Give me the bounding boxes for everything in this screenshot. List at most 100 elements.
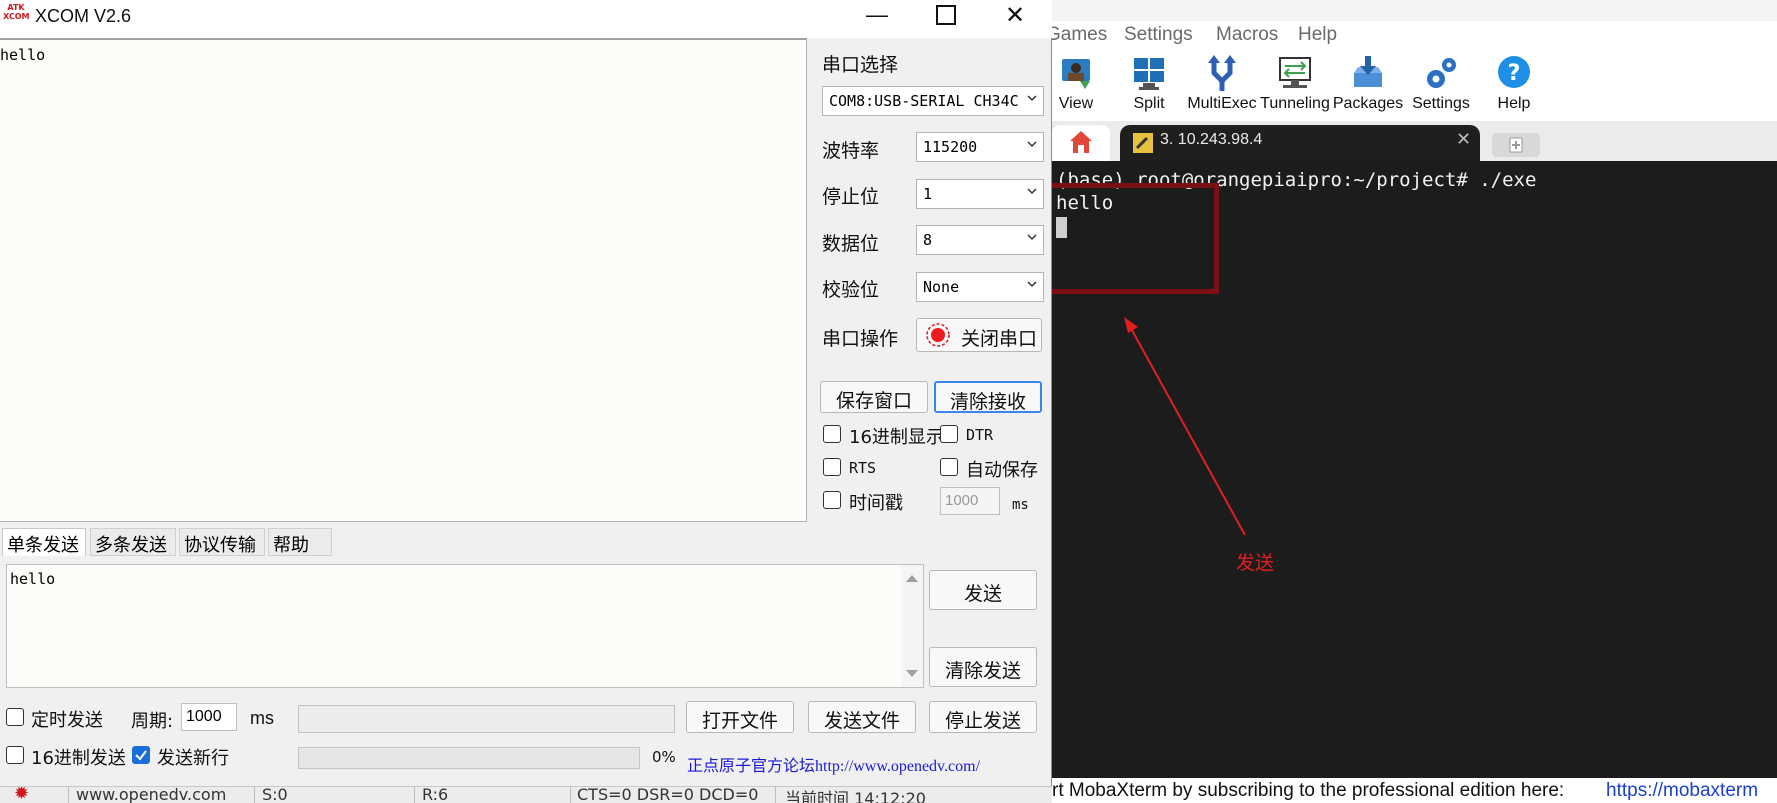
- timestamp-checkbox[interactable]: [823, 491, 841, 509]
- scroll-arrows-icon: [906, 575, 918, 677]
- tab-multi-send[interactable]: 多条发送: [90, 528, 176, 556]
- clear-receive-button[interactable]: 清除接收: [934, 381, 1042, 413]
- session-tab[interactable]: 3. 10.243.98.4 ✕: [1120, 125, 1480, 161]
- open-file-button[interactable]: 打开文件: [686, 701, 794, 733]
- send-text: hello: [10, 570, 56, 588]
- mobaxterm-status-bar: rt MobaXterm by subscribing to the profe…: [1046, 778, 1777, 803]
- annotation-label: 发送: [1236, 552, 1275, 574]
- send-newline-label: 发送新行: [157, 748, 229, 769]
- toolbar-help-button[interactable]: ? Help: [1476, 55, 1552, 113]
- tab-help[interactable]: 帮助: [268, 528, 332, 556]
- timestamp-interval-field[interactable]: 1000: [940, 487, 1000, 515]
- toolbar-packages-button[interactable]: Packages: [1330, 55, 1406, 113]
- dtr-checkbox[interactable]: [940, 425, 958, 443]
- send-file-button[interactable]: 发送文件: [808, 701, 916, 733]
- send-scrollbar[interactable]: [901, 565, 923, 687]
- xcom-title: XCOM V2.6: [35, 6, 132, 26]
- receive-area[interactable]: hello: [0, 38, 807, 522]
- status-promo-text: rt MobaXterm by subscribing to the profe…: [1052, 780, 1565, 801]
- baud-select-value: 115200: [923, 138, 978, 156]
- stop-send-button[interactable]: 停止发送: [929, 701, 1037, 733]
- status-promo-link[interactable]: https://mobaxterm: [1606, 780, 1758, 802]
- data-bits-value: 8: [923, 231, 933, 249]
- data-bits-label: 数据位: [822, 233, 880, 255]
- hex-send-checkbox[interactable]: [6, 746, 24, 764]
- data-bits-select[interactable]: 8: [916, 225, 1044, 255]
- toolbar-multiexec-label: MultiExec: [1187, 95, 1257, 112]
- send-newline-checkbox[interactable]: [132, 746, 150, 764]
- home-tab[interactable]: [1052, 125, 1110, 161]
- stop-bits-value: 1: [923, 185, 933, 203]
- tab-single-send[interactable]: 单条发送: [2, 528, 86, 556]
- parity-label: 校验位: [822, 279, 880, 301]
- port-select[interactable]: COM8:USB-SERIAL CH34C: [822, 86, 1044, 116]
- mobaxterm-menubar: Games Settings Macros Help: [1046, 21, 1777, 51]
- parity-select[interactable]: None: [916, 272, 1044, 302]
- annotation-arrow: [1124, 317, 1246, 536]
- new-tab-button[interactable]: [1492, 133, 1540, 157]
- status-current-time: 当前时间 14:12:20: [785, 789, 926, 803]
- send-progress-value: 0%: [652, 748, 676, 766]
- xcom-logo: ATK XCOM: [3, 3, 30, 29]
- close-port-label: 关闭串口: [961, 328, 1038, 350]
- menu-settings[interactable]: Settings: [1124, 24, 1193, 46]
- stop-bits-select[interactable]: 1: [916, 179, 1044, 209]
- menu-macros[interactable]: Macros: [1216, 24, 1278, 46]
- maximize-button[interactable]: [936, 5, 956, 25]
- toolbar-tunneling-label: Tunneling: [1260, 95, 1330, 112]
- close-button[interactable]: ✕: [1005, 1, 1025, 30]
- save-window-button[interactable]: 保存窗口: [820, 381, 928, 413]
- send-text-area[interactable]: hello: [6, 564, 924, 688]
- multiexec-icon: [1202, 55, 1242, 93]
- settings-gear-icon: [1421, 55, 1461, 93]
- port-label: 串口选择: [822, 54, 899, 76]
- packages-icon: [1348, 55, 1388, 93]
- port-status-led-icon: [926, 323, 950, 347]
- toolbar-tunneling-button[interactable]: Tunneling: [1257, 55, 1333, 113]
- view-icon: [1056, 55, 1096, 93]
- menu-help[interactable]: Help: [1298, 24, 1337, 46]
- session-tab-close-icon[interactable]: ✕: [1456, 129, 1471, 150]
- period-input[interactable]: 1000: [181, 703, 237, 731]
- plus-icon: [1509, 137, 1523, 153]
- minimize-button[interactable]: —: [866, 2, 888, 28]
- toolbar-split-button[interactable]: Split: [1111, 55, 1187, 113]
- checkmark-icon: [135, 750, 147, 761]
- status-website: www.openedv.com: [76, 786, 227, 803]
- parity-value: None: [923, 278, 960, 296]
- port-op-label: 串口操作: [822, 328, 899, 350]
- toolbar-split-label: Split: [1133, 95, 1165, 112]
- rts-label: RTS: [849, 459, 877, 477]
- close-port-button[interactable]: 关闭串口: [916, 318, 1042, 352]
- forum-link[interactable]: 正点原子官方论坛http://www.openedv.com/: [687, 752, 980, 776]
- file-path-field[interactable]: [298, 705, 675, 733]
- toolbar-multiexec-button[interactable]: MultiExec: [1184, 55, 1260, 113]
- auto-save-checkbox[interactable]: [940, 458, 958, 476]
- hex-display-checkbox[interactable]: [823, 425, 841, 443]
- session-tab-title: 3. 10.243.98.4: [1160, 131, 1263, 148]
- timestamp-label: 时间戳: [849, 493, 903, 514]
- hex-send-label: 16进制发送: [31, 748, 126, 769]
- period-unit: ms: [250, 708, 274, 728]
- clear-send-button[interactable]: 清除发送: [929, 647, 1037, 687]
- status-received-count: R:6: [422, 786, 449, 803]
- timed-send-checkbox[interactable]: [6, 708, 24, 726]
- mobaxterm-title-strip: [1046, 0, 1777, 21]
- toolbar-packages-label: Packages: [1332, 95, 1404, 112]
- menu-games[interactable]: Games: [1046, 24, 1107, 46]
- split-icon: [1129, 55, 1169, 93]
- stop-bits-label: 停止位: [822, 186, 880, 208]
- status-sent-count: S:0: [262, 786, 288, 803]
- toolbar-settings-button[interactable]: Settings: [1403, 55, 1479, 113]
- xcom-status-bar: ✹ www.openedv.com S:0 R:6 CTS=0 DSR=0 DC…: [0, 786, 1052, 803]
- tunneling-icon: [1275, 55, 1315, 93]
- period-label: 周期:: [131, 711, 174, 732]
- baud-label: 波特率: [822, 140, 880, 162]
- tab-protocol[interactable]: 协议传输: [179, 528, 265, 556]
- rts-checkbox[interactable]: [823, 458, 841, 476]
- send-button[interactable]: 发送: [929, 570, 1037, 610]
- baud-select[interactable]: 115200: [916, 132, 1044, 162]
- mobaxterm-toolbar: View Split MultiExec Tunneling Packages: [1046, 51, 1777, 121]
- home-icon: [1070, 131, 1092, 153]
- help-icon: ?: [1494, 55, 1534, 93]
